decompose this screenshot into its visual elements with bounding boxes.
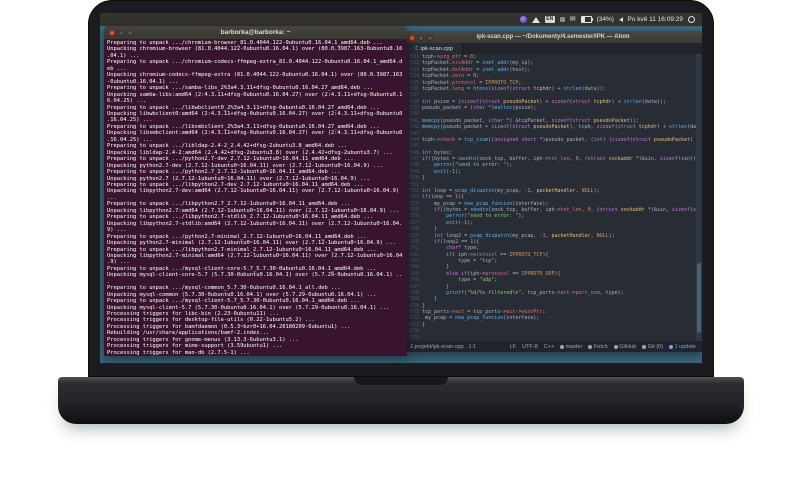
status-item-label: GitHub xyxy=(619,343,637,350)
battery-percent-label: (34%) xyxy=(596,16,614,23)
status-item-git-0-[interactable]: Git (0) xyxy=(642,344,663,350)
terminal-window-buttons xyxy=(109,29,133,36)
status-item-label: Fetch xyxy=(593,343,608,350)
terminal-window: barborka@barborka: ~ Preparing to unpack… xyxy=(104,26,407,356)
clock-label[interactable]: Po kvě 11 16:09:29 xyxy=(627,16,683,23)
status-file-path[interactable]: 2.projekt/ipk-scan.cpp xyxy=(410,344,464,350)
keyboard-layout-indicator[interactable]: EN xyxy=(544,16,555,23)
minimize-button[interactable] xyxy=(418,34,424,41)
terminal-line: Unpacking chromium-browser (81.0.4044.12… xyxy=(107,46,403,53)
atom-titlebar[interactable]: ipk-scan.cpp — ~/Dokumenty/4.semester/IP… xyxy=(404,31,702,43)
status-item-label: UTF-8 xyxy=(522,343,538,350)
git-diff-icon xyxy=(642,344,647,349)
editor-scrollbar[interactable] xyxy=(696,54,702,341)
atom-status-bar: 2.projekt/ipk-scan.cpp 1:1 LF UTF-8 C++ mas… xyxy=(404,341,702,352)
package-icon xyxy=(669,344,674,349)
code-line: tcph->check = tcp_csum((unsigned short *… xyxy=(422,136,699,143)
terminal-line: Unpacking libpython2.7-dev:amd64 (2.7.12… xyxy=(107,188,400,195)
terminal-line: Unpacking libsmbclient:amd64 (2:4.3.11+d… xyxy=(107,130,403,137)
atom-tab-bar: C ipk-scan.cpp xyxy=(404,43,702,54)
git-branch-icon xyxy=(560,344,565,349)
code-lines: tcph->urg_ptr = 0; tcpPacket.srcAddr = in… xyxy=(422,54,702,341)
bluetooth-icon[interactable] xyxy=(559,17,565,22)
status-item-c-[interactable]: C++ xyxy=(544,344,554,350)
sync-icon xyxy=(588,344,593,349)
status-item-label: LF xyxy=(509,343,517,350)
terminal-titlebar[interactable]: barborka@barborka: ~ xyxy=(104,26,407,39)
status-item-1-update[interactable]: 1 update xyxy=(669,344,696,350)
atom-window-buttons xyxy=(409,34,433,41)
maximize-button[interactable] xyxy=(427,34,433,41)
tab-ipk-scan-cpp[interactable]: C ipk-scan.cpp xyxy=(405,43,463,54)
terminal-title: barborka@barborka: ~ xyxy=(220,29,291,36)
terminal-line: Unpacking libpython2.7-minimal:amd64 (2.… xyxy=(107,252,403,259)
laptop-hinge-notch xyxy=(354,377,448,385)
close-button[interactable] xyxy=(109,29,115,36)
status-item-lf[interactable]: LF xyxy=(510,344,516,350)
terminal-line: Unpacking libpython2.7-stdlib:amd64 (2.7… xyxy=(107,220,403,227)
terminal-line: Preparing to unpack .../libpython2.7-min… xyxy=(107,246,377,253)
volume-icon[interactable]: ◀) xyxy=(619,17,623,23)
github-icon xyxy=(613,344,618,349)
messaging-envelope-icon[interactable]: ✉ xyxy=(570,16,576,23)
status-item-fetch[interactable]: Fetch xyxy=(588,343,608,350)
battery-icon[interactable] xyxy=(580,16,593,23)
terminal-line: Preparing to unpack .../mysql-client-5.7… xyxy=(107,298,361,305)
status-item-github[interactable]: GitHub xyxy=(613,343,637,350)
wifi-icon[interactable] xyxy=(531,16,540,23)
close-button[interactable] xyxy=(409,34,415,41)
terminal-line: Preparing to unpack .../samba-libs_2%3a4… xyxy=(107,85,374,92)
terminal-line: Unpacking mysql-client-core-5.7 (5.7.30-… xyxy=(107,272,403,279)
status-item-label: master xyxy=(565,343,583,350)
status-item-master[interactable]: master xyxy=(560,344,582,350)
session-gear-icon[interactable] xyxy=(688,16,695,23)
laptop-mockup-scene: EN ✉ (34%) ◀) Po kvě 11 16:09:29 barbork… xyxy=(0,0,800,477)
terminal-line: Preparing to unpack .../libpython2.7-std… xyxy=(107,214,374,221)
terminal-line: Unpacking chromium-codecs-ffmpeg-extra (… xyxy=(107,72,403,79)
atom-window-title: ipk-scan.cpp — ~/Dokumenty/4.semester/IP… xyxy=(476,34,630,40)
terminal-body[interactable]: Preparing to unpack .../chromium-browser… xyxy=(104,39,407,356)
code-editor[interactable]: 531 532 533 534 535 536 537 538 539 540 541 542 543 5… xyxy=(404,54,702,341)
terminal-line: Processing triggers for man-db (2.7.5-1)… xyxy=(107,349,250,356)
scrollbar-thumb[interactable] xyxy=(697,263,701,333)
terminal-line: Unpacking python2.7-minimal (2.7.12-1ubu… xyxy=(107,240,396,247)
status-cursor-position[interactable]: 1:1 xyxy=(469,344,477,350)
atom-window: ipk-scan.cpp — ~/Dokumenty/4.semester/IP… xyxy=(404,31,702,352)
status-right-items: LF UTF-8 C++ master Fetch GitHub Git (0) 1 upda… xyxy=(510,344,696,350)
code-line: memcpy(pseudo_packet + sizeof(struct pse… xyxy=(422,124,702,131)
maximize-button[interactable] xyxy=(127,29,133,36)
terminal-line: Preparing to unpack .../chromium-codecs-… xyxy=(107,59,403,66)
terminal-line: Unpacking samba-libs:amd64 (2:4.3.11+dfs… xyxy=(107,91,403,98)
app-indicator-icon[interactable] xyxy=(519,16,527,23)
top-panel: EN ✉ (34%) ◀) Po kvě 11 16:09:29 xyxy=(100,13,702,26)
tab-label: ipk-scan.cpp xyxy=(420,45,453,52)
status-item-label: C++ xyxy=(543,343,555,350)
status-item-label: 1 update xyxy=(674,343,696,350)
minimize-button[interactable] xyxy=(118,29,124,36)
status-item-utf-8[interactable]: UTF-8 xyxy=(522,344,538,350)
laptop-screen: EN ✉ (34%) ◀) Po kvě 11 16:09:29 barbork… xyxy=(100,13,702,363)
laptop-base xyxy=(58,377,744,424)
cpp-file-icon: C xyxy=(415,45,419,52)
status-item-label: Git (0) xyxy=(647,343,664,350)
